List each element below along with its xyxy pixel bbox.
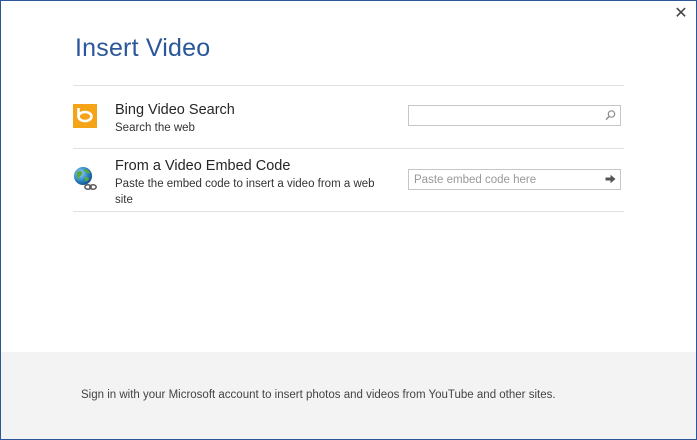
embed-code-field (408, 169, 621, 190)
bing-search-field (408, 105, 621, 126)
bing-search-input[interactable] (409, 106, 599, 125)
bing-video-search-title: Bing Video Search (115, 102, 235, 118)
sign-in-message: Sign in with your Microsoft account to i… (81, 389, 556, 401)
bing-icon (73, 104, 97, 128)
bing-video-search-row: Bing Video Search Search the web (73, 86, 624, 148)
embed-insert-button[interactable] (603, 172, 618, 187)
dialog-title: Insert Video (75, 34, 211, 62)
close-icon: ✕ (674, 5, 688, 22)
globe-link-icon (73, 166, 97, 190)
separator (73, 211, 624, 212)
embed-code-input[interactable] (409, 170, 599, 189)
video-embed-code-description: Paste the embed code to insert a video f… (115, 178, 375, 206)
close-button[interactable]: ✕ (672, 5, 690, 23)
footer: Sign in with your Microsoft account to i… (1, 352, 696, 439)
video-embed-code-title: From a Video Embed Code (115, 158, 291, 174)
video-embed-code-row: From a Video Embed Code Paste the embed … (73, 149, 624, 211)
search-icon (605, 110, 616, 121)
bing-search-button[interactable] (603, 108, 618, 123)
bing-video-search-description: Search the web (115, 122, 195, 134)
arrow-right-icon (605, 174, 616, 184)
insert-video-dialog: ✕ Insert Video Bing Video Search Search … (0, 0, 697, 440)
